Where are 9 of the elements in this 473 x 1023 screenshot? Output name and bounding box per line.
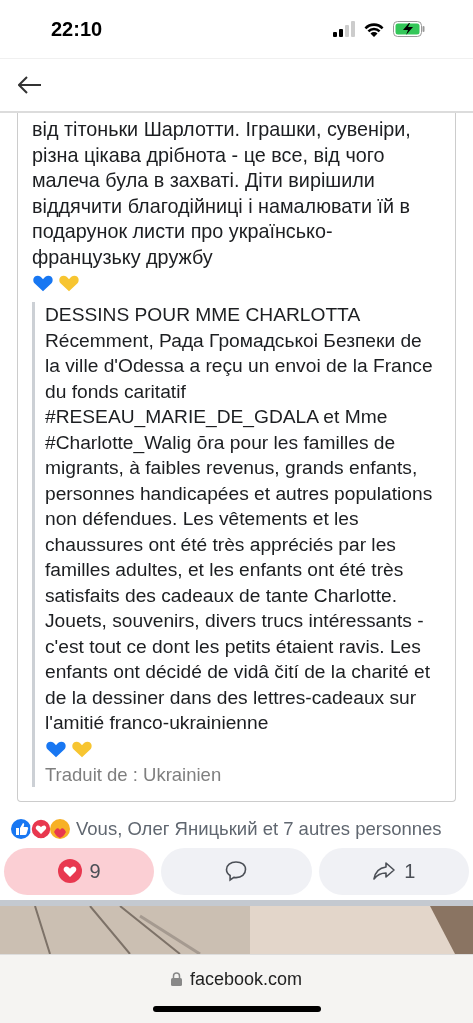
reactions-summary[interactable]: Vous, Олег Яницький et 7 autres personnes	[76, 817, 442, 840]
translation-note: Traduit de : Ukrainien	[45, 762, 223, 787]
translation-text: Récemment, Рада Громадськоі Безпеки de la ville d'Odessa a reçu un envoi de la France du fonds caritatif #RESEAU_MARIE_DE_GDALA et Mme #Charlotte_Walig ōra pour les familles de migrants, à faibles revenus, grands enfants, personnes handicapées et autres populations non défendues. Les vêtements et les chaussures ont été très appréciés par les familles adultes, et les enfants ont été très satisfaits des cadeaux de tante Charlotte. Jouets, souvenirs, divers trucs intéressants - c'est tout ce dont les petits étaient ravis. Les enfants ont décidé de vidâ čití de la charité et de la dessiner dans des lettres-cadeaux sur l'amitié franco-ukrainienne	[45, 328, 434, 735]
share-button[interactable]: 1	[318, 847, 469, 895]
clock: 22:10	[51, 17, 103, 41]
post-text: від тітоньки Шарлотти. Іграшки, сувеніри, різна цікава дрібнота - це все, від чого малеча була в захваті. Діти вирішили віддячити благодійниці і намалювати їй в подарунок листи про українсько-французьку дружбу	[32, 117, 412, 270]
url-text[interactable]: facebook.com	[189, 968, 303, 990]
translation-title: DESSINS POUR MME CHARLOTTA	[45, 303, 362, 327]
love-button[interactable]: 9	[4, 847, 155, 895]
